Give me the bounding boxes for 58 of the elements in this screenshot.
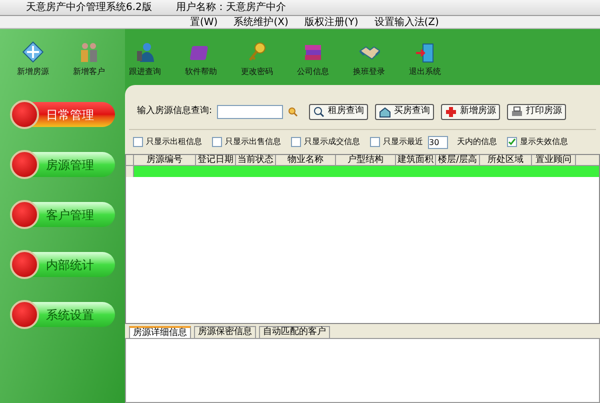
printer-icon: [511, 106, 524, 118]
cross-icon: [445, 106, 458, 118]
column-header[interactable]: 置业顾问: [532, 155, 576, 165]
checkbox-label: 显示失效信息: [520, 136, 568, 148]
checkbox-label: 只显示最近: [383, 136, 423, 148]
checkbox-label: 只显示出售信息: [225, 136, 281, 148]
sidebar-item[interactable]: 内部统计: [10, 252, 115, 277]
search-button[interactable]: 租房查询: [309, 104, 368, 120]
toolbar-button[interactable]: 新增房源: [8, 41, 58, 78]
window-title: 天意房产中介管理系统6.2版: [26, 0, 152, 15]
checkbox-label: 天内的信息: [457, 136, 497, 148]
house-icon: [379, 106, 392, 118]
checkbox[interactable]: [291, 137, 301, 147]
search-icon[interactable]: [288, 107, 298, 117]
search-button[interactable]: 打印房源: [507, 104, 566, 120]
toolbar-button[interactable]: 新增客户: [64, 41, 114, 78]
column-header[interactable]: 所处区域: [480, 155, 532, 165]
column-header[interactable]: 房源编号: [134, 155, 196, 165]
tab[interactable]: 房源详细信息: [129, 326, 191, 338]
column-header[interactable]: 登记日期: [196, 155, 236, 165]
days-field[interactable]: 30: [428, 136, 448, 148]
people-icon: [78, 41, 100, 63]
search-button[interactable]: 买房查询: [375, 104, 434, 120]
sidebar-item[interactable]: 客户管理: [10, 202, 115, 227]
tab[interactable]: 房源保密信息: [194, 326, 256, 338]
checkbox[interactable]: [212, 137, 222, 147]
toolbar-button[interactable]: 退出系统: [400, 41, 450, 78]
toolbar-button[interactable]: 更改密码: [232, 41, 282, 78]
toolbar-button[interactable]: 换班登录: [344, 41, 394, 78]
menu-item[interactable]: 系统维护(X): [234, 14, 288, 30]
search-field[interactable]: [217, 105, 284, 119]
checkbox[interactable]: [507, 137, 517, 147]
tab[interactable]: 自动匹配的客户: [259, 326, 330, 338]
checkbox[interactable]: [370, 137, 380, 147]
checkbox[interactable]: [133, 137, 143, 147]
search-button[interactable]: 新增房源: [441, 104, 500, 120]
menu-item[interactable]: 版权注册(Y): [304, 14, 358, 30]
door-icon: [414, 41, 436, 63]
person-icon: [134, 41, 156, 63]
toolbar-button[interactable]: 跟进查询: [120, 41, 170, 78]
key-icon: [246, 41, 268, 63]
toolbar-button[interactable]: 软件帮助: [176, 41, 226, 78]
column-header[interactable]: 建筑面积: [396, 155, 436, 165]
column-header[interactable]: 当前状态: [236, 155, 276, 165]
column-header[interactable]: 户型结构: [336, 155, 396, 165]
sidebar-item[interactable]: 房源管理: [10, 152, 115, 177]
search-label: 输入房源信息查询:: [137, 105, 212, 118]
column-header[interactable]: 楼层/层高: [436, 155, 480, 165]
toolbar-button[interactable]: 公司信息: [288, 41, 338, 78]
menu-item[interactable]: 设置输入法(Z): [374, 14, 439, 30]
checkbox-label: 只显示出租信息: [146, 136, 202, 148]
column-header[interactable]: 物业名称: [276, 155, 336, 165]
sidebar-item[interactable]: 日常管理: [10, 102, 115, 127]
magnifier-icon: [313, 106, 326, 118]
sidebar-item[interactable]: 系统设置: [10, 302, 115, 327]
checkbox-label: 只显示成交信息: [304, 136, 360, 148]
menu-item[interactable]: 置(W): [190, 14, 218, 30]
user-name-label: 用户名称：天意房产中介: [176, 0, 286, 15]
